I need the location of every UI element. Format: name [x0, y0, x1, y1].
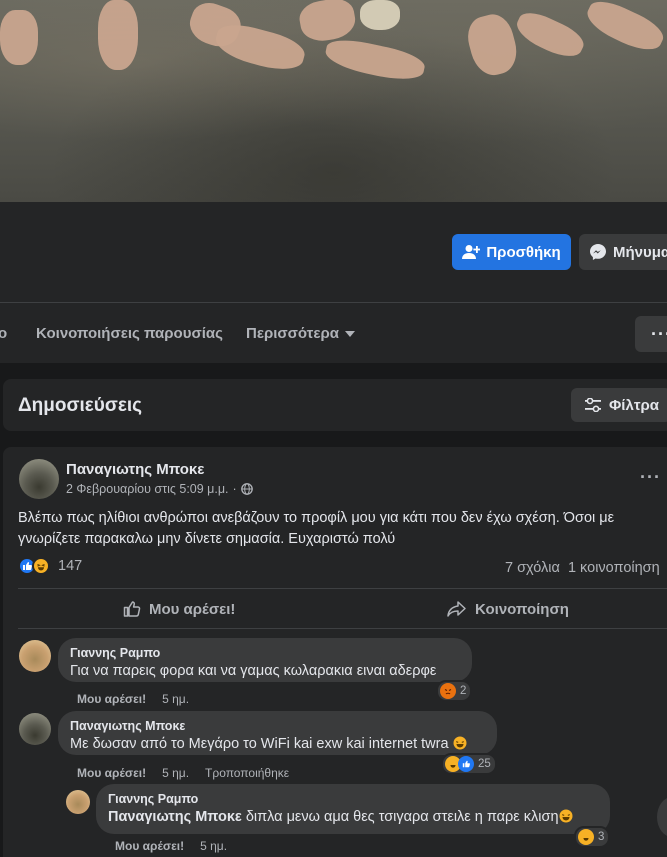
comment-text: Για να παρεις φορα και να γαμας κωλαρακι…	[70, 663, 437, 679]
tab-presence-shares[interactable]: Κοινοποιήσεις παρουσίας	[36, 325, 223, 342]
add-friend-label: Προσθήκη	[486, 243, 561, 261]
add-friend-icon	[462, 245, 481, 259]
tab-more[interactable]: Περισσότερα	[246, 325, 355, 342]
divider	[18, 628, 667, 629]
comment-author[interactable]: Γιαννης Ραμπο	[108, 792, 598, 806]
post-options-button[interactable]: ···	[640, 467, 661, 488]
add-friend-button[interactable]: Προσθήκη	[452, 234, 571, 270]
comment-text: Με δωσαν από το Μεγάρο το WiFi kai exw k…	[70, 736, 485, 752]
comment-reactions[interactable]: 2	[436, 680, 473, 702]
filters-button[interactable]: Φίλτρα	[571, 388, 667, 422]
comment-text: Παναγιωτης Μποκε διπλα μενω αμα θες τσιγ…	[108, 809, 598, 825]
comment-bubble: Παναγιωτης Μποκε Με δωσαν από το Μεγάρο …	[58, 711, 497, 755]
shares-count[interactable]: 1 κοινοποίηση	[568, 560, 660, 576]
comment-author[interactable]: Γιαννης Ραμπο	[70, 646, 460, 660]
tab-partial[interactable]: ο	[0, 325, 7, 342]
author-avatar[interactable]	[19, 459, 59, 499]
angry-reaction-icon	[440, 683, 456, 699]
comment-actions: Μου αρέσει! 5 ημ.	[77, 692, 189, 706]
comment-reaction-count: 25	[478, 758, 491, 770]
commenter-avatar[interactable]	[66, 790, 90, 814]
laughing-emoji-icon	[453, 736, 467, 750]
comment-actions: Μου αρέσει! 5 ημ. Τροποποιήθηκε	[77, 766, 289, 780]
caret-down-icon	[344, 330, 355, 337]
profile-tabs: ο Κοινοποιήσεις παρουσίας Περισσότερα ··…	[0, 303, 667, 363]
tab-more-label: Περισσότερα	[246, 325, 339, 342]
cover-figure	[0, 10, 38, 65]
post-text: Βλέπω πως ηλίθιοι ανθρώποι ανεβάζουν το …	[18, 510, 615, 547]
filter-sliders-icon	[585, 398, 601, 412]
post-date[interactable]: 2 Φεβρουαρίου στις 5:09 μ.μ.	[66, 482, 229, 496]
posts-header: Δημοσιεύσεις Φίλτρα	[3, 379, 667, 431]
comment-author[interactable]: Παναγιωτης Μποκε	[70, 719, 485, 733]
comment-actions: Μου αρέσει! 5 ημ.	[115, 839, 227, 853]
post-author[interactable]: Παναγιωτης Μποκε	[66, 461, 204, 478]
comment-time[interactable]: 5 ημ.	[162, 692, 189, 706]
comment-reactions[interactable]: 25	[441, 753, 497, 775]
comment-text-body: Με δωσαν από το Μεγάρο το WiFi kai exw k…	[70, 736, 449, 752]
like-label: Μου αρέσει!	[149, 600, 236, 618]
like-button[interactable]: Μου αρέσει!	[123, 600, 235, 618]
haha-reaction-icon	[32, 557, 50, 575]
comment-reaction-count: 3	[598, 831, 605, 843]
message-button[interactable]: Μήνυμα	[579, 234, 667, 270]
like-reaction-icon	[458, 756, 474, 772]
comment-bubble: Γιαννης Ραμπο Για να παρεις φορα και να …	[58, 638, 472, 682]
share-button[interactable]: Κοινοποίηση	[447, 600, 569, 618]
message-label: Μήνυμα	[613, 243, 667, 261]
cover-figure	[98, 0, 138, 70]
comment-like-button[interactable]: Μου αρέσει!	[77, 766, 146, 780]
haha-reaction-icon	[578, 829, 594, 845]
laughing-emoji-icon	[559, 809, 573, 823]
meta-separator: ·	[232, 482, 237, 496]
globe-icon	[240, 483, 253, 495]
filters-label: Φίλτρα	[609, 396, 660, 414]
commenter-avatar[interactable]	[19, 640, 51, 672]
comment-text-body: διπλα μενω αμα θες τσιγαρα στειλε η παρε…	[245, 809, 559, 825]
cover-figure	[360, 0, 400, 30]
comment-time[interactable]: 5 ημ.	[200, 839, 227, 853]
comment-reaction-count: 2	[460, 685, 467, 697]
comment-time[interactable]: 5 ημ.	[162, 766, 189, 780]
comment-edited-label[interactable]: Τροποποιήθηκε	[205, 766, 289, 780]
posts-title: Δημοσιεύσεις	[18, 395, 143, 416]
tabs-overflow-button[interactable]: ···	[635, 316, 667, 352]
more-dots-icon: ···	[651, 323, 667, 344]
comment-like-button[interactable]: Μου αρέσει!	[77, 692, 146, 706]
comment-reactions[interactable]: 3	[574, 826, 611, 848]
engagement-counts: 7 σχόλια 1 κοινοποίηση	[505, 560, 660, 576]
comment-mention[interactable]: Παναγιωτης Μποκε	[108, 809, 242, 825]
post-reactions[interactable]: 147	[18, 557, 82, 575]
share-label: Κοινοποίηση	[475, 600, 569, 618]
divider	[18, 588, 667, 589]
cover-photo[interactable]	[0, 0, 667, 202]
comments-count[interactable]: 7 σχόλια	[505, 560, 560, 576]
post-meta: 2 Φεβρουαρίου στις 5:09 μ.μ. ·	[66, 482, 253, 496]
messenger-icon	[590, 244, 606, 260]
thumbs-up-icon	[123, 601, 141, 617]
comment-like-button[interactable]: Μου αρέσει!	[115, 839, 184, 853]
share-arrow-icon	[447, 601, 466, 617]
comment-bubble: Γιαννης Ραμπο Παναγιωτης Μποκε διπλα μεν…	[96, 784, 610, 834]
reaction-count: 147	[58, 558, 83, 574]
commenter-avatar[interactable]	[19, 713, 51, 745]
